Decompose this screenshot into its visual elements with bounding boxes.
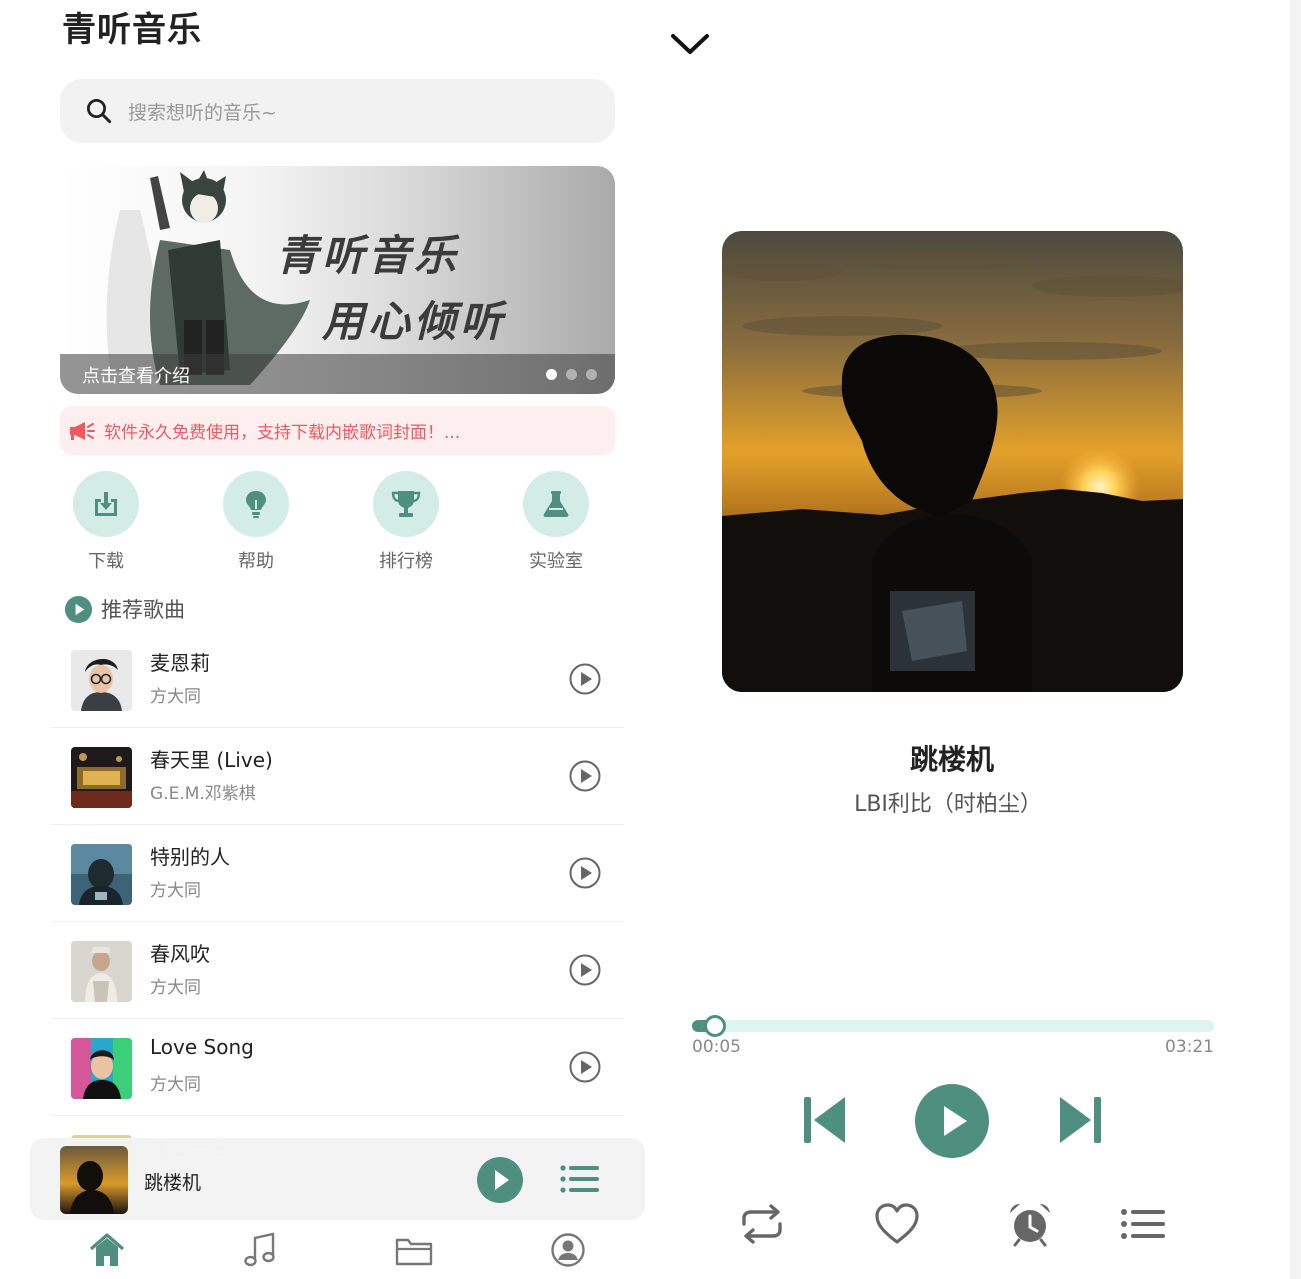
banner-caption-bar: 点击查看介绍: [60, 354, 615, 394]
bottom-tab-bar: [0, 1222, 650, 1279]
quick-action-label: 实验室: [529, 551, 583, 572]
user-icon[interactable]: [548, 1230, 588, 1270]
home-icon[interactable]: [87, 1230, 127, 1270]
song-cover: [71, 1038, 132, 1099]
song-artist: 方大同: [150, 1075, 201, 1095]
song-row[interactable]: 麦恩莉 方大同: [52, 631, 624, 728]
recommend-header: 推荐歌曲: [64, 594, 185, 624]
quick-action-label: 下载: [88, 551, 124, 572]
heart-icon[interactable]: [874, 1202, 920, 1246]
song-cover: [71, 941, 132, 1002]
alarm-clock-icon[interactable]: [1007, 1201, 1053, 1247]
song-title: 麦恩莉: [150, 651, 210, 675]
play-circle-icon[interactable]: [568, 953, 602, 987]
chevron-down-icon[interactable]: [670, 30, 710, 58]
now-playing-screen: 跳楼机 LBI利比（时柏尘） 00:05 03:21: [650, 0, 1290, 1279]
app-title: 青听音乐: [62, 10, 202, 50]
download-icon: [95, 492, 117, 516]
song-cover: [71, 844, 132, 905]
mini-player-cover: [60, 1146, 128, 1214]
play-button[interactable]: [914, 1083, 990, 1159]
skip-previous-button[interactable]: [802, 1094, 848, 1146]
song-artist: 方大同: [150, 687, 201, 707]
play-circle-icon[interactable]: [568, 856, 602, 890]
playlist-icon[interactable]: [560, 1164, 600, 1194]
track-artist: LBI利比（时柏尘）: [854, 792, 1042, 817]
playlist-icon[interactable]: [1120, 1207, 1166, 1241]
section-title: 推荐歌曲: [101, 598, 185, 622]
song-artist: 方大同: [150, 978, 201, 998]
progress-slider[interactable]: [692, 1015, 1214, 1037]
quick-action-help[interactable]: 帮助: [211, 471, 301, 573]
pager-dot[interactable]: [566, 369, 577, 380]
total-time: 03:21: [1165, 1037, 1214, 1057]
song-row[interactable]: 特别的人 方大同: [52, 825, 624, 922]
lightbulb-icon: [246, 491, 266, 518]
banner-headline: 青听音乐: [276, 231, 461, 280]
mini-player[interactable]: 跳楼机: [30, 1138, 645, 1220]
progress-knob[interactable]: [704, 1015, 727, 1037]
megaphone-icon: [70, 421, 95, 440]
home-screen: 青听音乐 搜索想听的音乐~ 青听音乐 用心倾听 点击查看介绍 软件永久免费使用，…: [0, 0, 650, 1279]
song-row[interactable]: 春风吹 方大同: [52, 922, 624, 1019]
quick-action-label: 排行榜: [379, 551, 433, 572]
notice-bar[interactable]: 软件永久免费使用，支持下载内嵌歌词封面！...: [60, 406, 615, 455]
notice-text: 软件永久免费使用，支持下载内嵌歌词封面！...: [104, 423, 461, 443]
play-circle-icon[interactable]: [568, 662, 602, 696]
banner-caption: 点击查看介绍: [82, 366, 190, 387]
banner-pager: [546, 369, 597, 380]
play-circle-icon[interactable]: [568, 759, 602, 793]
pager-dot[interactable]: [546, 369, 557, 380]
song-title: 特别的人: [150, 845, 230, 869]
quick-action-label: 帮助: [238, 551, 274, 572]
album-art: [722, 231, 1183, 692]
song-title: 春风吹: [150, 942, 210, 966]
music-note-icon[interactable]: [240, 1230, 280, 1270]
banner-subheadline: 用心倾听: [322, 297, 507, 346]
quick-action-download[interactable]: 下载: [61, 471, 151, 573]
window-edge: [1290, 0, 1301, 1279]
quick-action-chart[interactable]: 排行榜: [361, 471, 451, 573]
song-artist: G.E.M.邓紫棋: [150, 784, 256, 804]
song-row[interactable]: Love Song 方大同: [52, 1019, 624, 1116]
song-cover: [71, 747, 132, 808]
promo-banner[interactable]: 青听音乐 用心倾听 点击查看介绍: [60, 166, 615, 394]
current-time: 00:05: [692, 1037, 741, 1057]
play-circle-icon[interactable]: [568, 1050, 602, 1084]
search-bar[interactable]: 搜索想听的音乐~: [60, 79, 615, 143]
flask-icon: [543, 491, 569, 517]
search-placeholder: 搜索想听的音乐~: [128, 101, 277, 124]
track-title: 跳楼机: [909, 743, 994, 776]
song-title: 春天里 (Live): [150, 748, 273, 772]
song-row[interactable]: 春天里 (Live) G.E.M.邓紫棋: [52, 728, 624, 825]
play-button[interactable]: [476, 1156, 524, 1204]
trophy-icon: [391, 491, 421, 517]
repeat-icon[interactable]: [738, 1204, 786, 1244]
skip-next-button[interactable]: [1057, 1094, 1103, 1146]
folder-icon[interactable]: [394, 1230, 434, 1270]
mini-player-title: 跳楼机: [144, 1172, 202, 1194]
quick-action-lab[interactable]: 实验室: [511, 471, 601, 573]
pager-dot[interactable]: [586, 369, 597, 380]
play-circle-icon: [64, 595, 93, 623]
song-artist: 方大同: [150, 881, 201, 901]
search-icon: [87, 99, 112, 124]
song-cover: [71, 650, 132, 711]
song-title: Love Song: [150, 1035, 254, 1059]
